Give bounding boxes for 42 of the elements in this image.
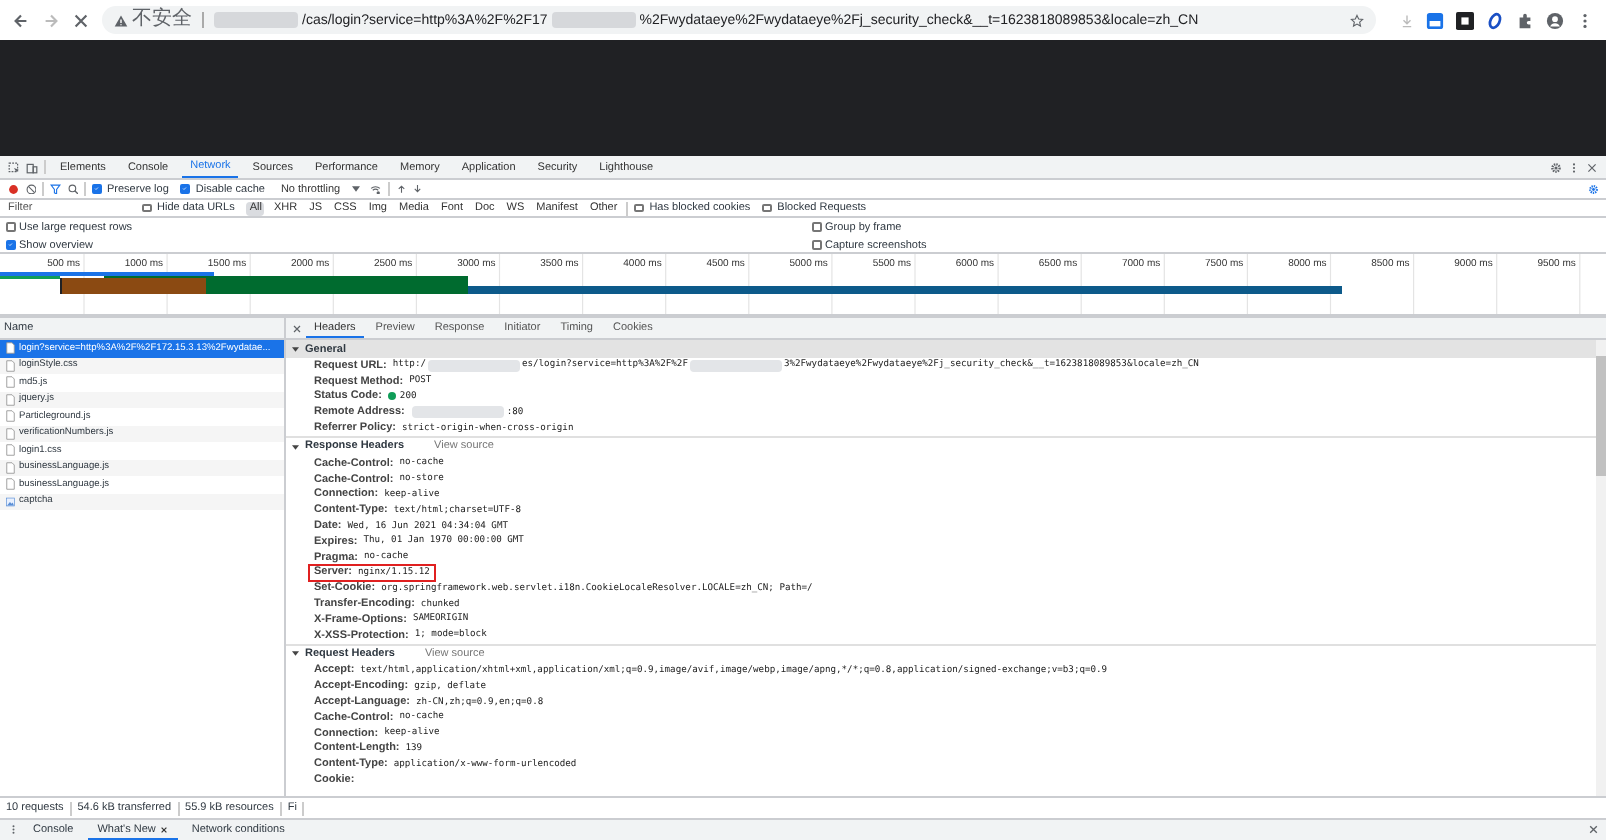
avatar-icon[interactable] (1546, 11, 1564, 29)
redacted-block (551, 12, 636, 28)
download-icon[interactable] (412, 183, 424, 195)
checkbox[interactable] (6, 240, 15, 250)
record-icon[interactable] (8, 183, 19, 195)
star-icon[interactable] (1350, 13, 1364, 27)
expand-triangle-icon[interactable] (292, 443, 299, 451)
checkbox[interactable] (6, 222, 15, 232)
checkbox[interactable] (180, 184, 190, 194)
warning-icon (114, 13, 128, 27)
wifi-settings-icon[interactable] (370, 183, 382, 195)
settings-icon[interactable] (1587, 183, 1598, 195)
close-icon[interactable] (1587, 824, 1598, 836)
security-label: 不安全 (132, 8, 192, 32)
checkbox[interactable] (142, 203, 151, 213)
redacted-block (214, 12, 298, 28)
close-icon[interactable] (159, 825, 168, 833)
close-icon[interactable] (72, 11, 90, 29)
expand-triangle-icon[interactable] (292, 650, 299, 658)
settings-icon[interactable] (1550, 161, 1562, 173)
close-icon[interactable] (292, 323, 302, 333)
redacted-block (412, 406, 505, 419)
close-icon[interactable] (1586, 161, 1598, 173)
checkbox[interactable] (812, 240, 821, 250)
clear-icon[interactable] (25, 183, 36, 195)
expand-triangle-icon[interactable] (292, 345, 299, 353)
inspect-icon[interactable] (8, 161, 20, 173)
scrollbar[interactable] (1596, 340, 1606, 796)
checkbox[interactable] (634, 203, 644, 213)
puzzle-icon[interactable] (1516, 11, 1534, 29)
search-icon[interactable] (67, 183, 78, 195)
checkbox[interactable] (812, 222, 821, 232)
back-icon[interactable] (12, 11, 30, 29)
upload-icon[interactable] (395, 183, 407, 195)
more-icon[interactable] (8, 824, 19, 836)
status-dot-icon (387, 392, 396, 401)
checkbox[interactable] (92, 184, 101, 194)
filter-icon[interactable] (50, 183, 61, 195)
checkbox[interactable] (762, 203, 772, 213)
device-icon[interactable] (26, 161, 38, 173)
caret-icon (352, 186, 361, 192)
image-icon (6, 495, 15, 508)
